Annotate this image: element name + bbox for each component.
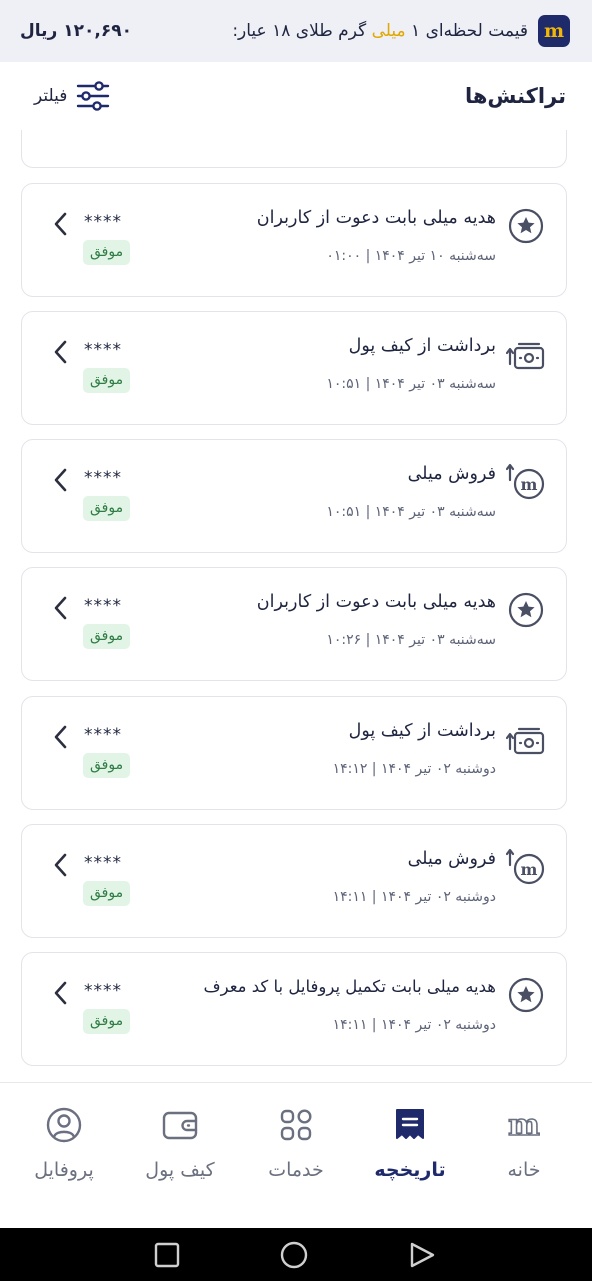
gold-price-banner: m قیمت لحظه‌ای ۱ میلی گرم طلای ۱۸ عیار: …: [0, 0, 592, 62]
transaction-title: فروش میلی: [407, 849, 496, 869]
services-grid-icon: [276, 1105, 316, 1145]
nav-label-wallet: کیف پول: [145, 1159, 215, 1181]
chevron-left-icon: [54, 340, 67, 364]
transaction-title: هدیه میلی بابت دعوت از کاربران: [256, 592, 496, 612]
transaction-card[interactable]: هدیه میلی بابت دعوت از کاربران سه‌شنبه ۰…: [21, 567, 567, 681]
transaction-date: دوشنبه ۰۲ تیر ۱۴۰۴ | ۱۴:۱۱: [332, 1017, 496, 1033]
transaction-amount: ****: [84, 596, 122, 616]
transaction-date: دوشنبه ۰۲ تیر ۱۴۰۴ | ۱۴:۱۲: [332, 761, 496, 777]
star-gift-icon: [508, 592, 544, 628]
meli-highlight: میلی: [371, 21, 406, 41]
chevron-left-icon: [54, 853, 67, 877]
page-header: تراکنش‌ها فیلتر: [0, 62, 592, 130]
transaction-card[interactable]: m فروش میلی سه‌شنبه ۰۳ تیر ۱۴۰۴ | ۱۰:۵۱ …: [21, 439, 567, 553]
transaction-amount: ****: [84, 981, 122, 1001]
filter-sliders-icon: [77, 81, 110, 111]
transaction-card-partial[interactable]: [21, 130, 567, 168]
chevron-left-icon: [54, 981, 67, 1005]
sell-meli-icon: m: [506, 463, 545, 500]
transaction-title: برداشت از کیف پول: [348, 336, 496, 356]
app-logo-icon: m: [538, 15, 570, 47]
sell-meli-icon: m: [506, 848, 545, 885]
transaction-date: سه‌شنبه ۱۰ تیر ۱۴۰۴ | ۰۱:۰۰: [326, 248, 496, 264]
home-circle-icon[interactable]: [280, 1241, 308, 1269]
star-gift-icon: [508, 977, 544, 1013]
transaction-card[interactable]: هدیه میلی بابت دعوت از کاربران سه‌شنبه ۱…: [21, 183, 567, 297]
transaction-card[interactable]: برداشت از کیف پول سه‌شنبه ۰۳ تیر ۱۴۰۴ | …: [21, 311, 567, 425]
gold-price-label: قیمت لحظه‌ای ۱ میلی گرم طلای ۱۸ عیار:: [232, 21, 528, 41]
nav-label-services: خدمات: [268, 1159, 324, 1181]
chevron-left-icon: [54, 596, 67, 620]
transaction-title: هدیه میلی بابت دعوت از کاربران: [256, 208, 496, 228]
status-badge: موفق: [83, 624, 131, 649]
nav-label-home: خانه: [507, 1159, 541, 1181]
chevron-left-icon: [54, 725, 67, 749]
home-m-icon: m: [504, 1105, 544, 1145]
status-badge: موفق: [83, 368, 131, 393]
transactions-list[interactable]: هدیه میلی بابت دعوت از کاربران سه‌شنبه ۱…: [0, 130, 592, 1082]
transaction-date: سه‌شنبه ۰۳ تیر ۱۴۰۴ | ۱۰:۲۶: [326, 632, 496, 648]
wallet-withdraw-icon: [506, 727, 545, 755]
transaction-title: برداشت از کیف پول: [348, 721, 496, 741]
transaction-amount: ****: [84, 340, 122, 360]
status-badge: موفق: [83, 881, 131, 906]
gold-price-value: ۱۲۰,۶۹۰ ریال: [20, 21, 132, 41]
status-badge: موفق: [83, 753, 131, 778]
page-title: تراکنش‌ها: [464, 84, 566, 108]
profile-icon: [44, 1105, 84, 1145]
history-icon: [390, 1105, 430, 1145]
chevron-left-icon: [54, 468, 67, 492]
transaction-title: فروش میلی: [407, 464, 496, 484]
transaction-title: هدیه میلی بابت تکمیل پروفایل با کد معرف: [203, 977, 497, 996]
nav-item-services[interactable]: خدمات: [241, 1105, 351, 1181]
filter-button[interactable]: فیلتر: [34, 81, 111, 111]
nav-label-profile: پروفایل: [34, 1159, 94, 1181]
transaction-date: سه‌شنبه ۰۳ تیر ۱۴۰۴ | ۱۰:۵۱: [326, 504, 496, 520]
recent-apps-icon[interactable]: [153, 1241, 181, 1269]
nav-item-profile[interactable]: پروفایل: [9, 1105, 119, 1181]
svg-text:m: m: [521, 475, 538, 494]
wallet-withdraw-icon: [506, 342, 545, 370]
bottom-navigation: m خانه تاریخچه خدمات کیف پول پروفایل: [0, 1082, 592, 1228]
transaction-amount: ****: [84, 853, 122, 873]
nav-item-home[interactable]: m خانه: [469, 1105, 579, 1181]
system-navigation-bar: [0, 1228, 592, 1281]
star-gift-icon: [508, 208, 544, 244]
transaction-card[interactable]: m فروش میلی دوشنبه ۰۲ تیر ۱۴۰۴ | ۱۴:۱۱ *…: [21, 824, 567, 938]
nav-label-history: تاریخچه: [374, 1159, 446, 1181]
status-badge: موفق: [83, 496, 131, 521]
svg-text:m: m: [521, 860, 538, 879]
svg-text:m: m: [508, 1108, 540, 1143]
transaction-amount: ****: [84, 212, 122, 232]
transaction-date: سه‌شنبه ۰۳ تیر ۱۴۰۴ | ۱۰:۵۱: [326, 376, 496, 392]
transaction-date: دوشنبه ۰۲ تیر ۱۴۰۴ | ۱۴:۱۱: [332, 889, 496, 905]
status-badge: موفق: [83, 240, 131, 265]
chevron-left-icon: [54, 212, 67, 236]
transaction-amount: ****: [84, 468, 122, 488]
nav-item-wallet[interactable]: کیف پول: [125, 1105, 235, 1181]
transaction-card[interactable]: هدیه میلی بابت تکمیل پروفایل با کد معرف …: [21, 952, 567, 1066]
back-triangle-icon[interactable]: [408, 1241, 436, 1269]
status-badge: موفق: [83, 1009, 131, 1034]
nav-item-history[interactable]: تاریخچه: [355, 1105, 465, 1181]
wallet-icon: [160, 1105, 200, 1145]
banner-info: m قیمت لحظه‌ای ۱ میلی گرم طلای ۱۸ عیار:: [232, 15, 570, 47]
transaction-amount: ****: [84, 725, 122, 745]
filter-label: فیلتر: [34, 86, 68, 106]
transaction-card[interactable]: برداشت از کیف پول دوشنبه ۰۲ تیر ۱۴۰۴ | ۱…: [21, 696, 567, 810]
